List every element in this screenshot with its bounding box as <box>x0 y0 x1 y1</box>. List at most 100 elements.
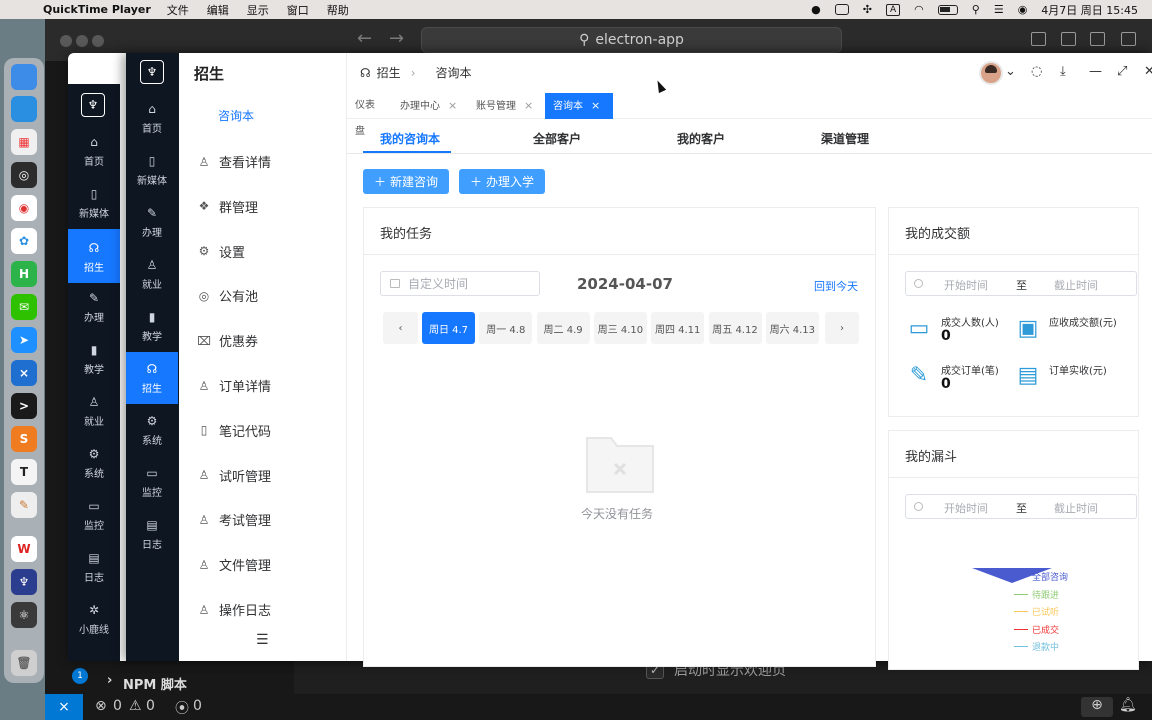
toggle-secondary-sidebar-icon[interactable] <box>1090 32 1105 46</box>
window-zoom-button[interactable] <box>92 35 104 47</box>
download-icon[interactable]: ⤓ <box>1060 64 1066 79</box>
day-tab[interactable]: 周一 4.8 <box>479 312 533 344</box>
warning-icon[interactable]: ⚠ <box>129 698 142 714</box>
chevron-down-icon[interactable]: ⌄ <box>1005 64 1016 79</box>
control-center-icon[interactable]: ☰ <box>994 3 1004 16</box>
funnel-legend-item[interactable]: 全部咨询 <box>1014 570 1068 583</box>
funnel-legend-item[interactable]: 待跟进 <box>1014 588 1059 601</box>
siri-icon[interactable]: ◉ <box>1018 3 1028 16</box>
menubar-item-view[interactable]: 显示 <box>247 2 269 18</box>
range-start[interactable]: 开始时间 <box>944 500 988 516</box>
ports-count[interactable]: 0 <box>193 698 202 714</box>
day-tab[interactable]: 周六 4.13 <box>765 312 819 344</box>
custom-date-input[interactable]: 自定义时间 <box>380 271 540 296</box>
outer-rail-item[interactable]: ♙ 就业 <box>68 394 120 434</box>
minimize-icon[interactable]: — <box>1089 64 1102 79</box>
range-start[interactable]: 开始时间 <box>944 277 988 293</box>
day-tab[interactable]: 周三 4.10 <box>593 312 647 344</box>
day-tab[interactable]: 周日 4.7 <box>422 312 475 344</box>
rail-item-8[interactable]: ▤ 日志 <box>126 517 178 557</box>
menubar-clock[interactable]: 4月7日 周日 15:45 <box>1041 2 1138 18</box>
submenu-item[interactable]: ⌧ 优惠券 <box>197 331 258 351</box>
warning-count[interactable]: 0 <box>146 698 155 714</box>
enroll-button[interactable]: ＋ 办理入学 <box>459 169 545 194</box>
menubar-item-window[interactable]: 窗口 <box>287 2 309 18</box>
rail-item-6[interactable]: ⚙ 系统 <box>126 413 178 453</box>
notification-bell-icon[interactable]: 🔔︎ <box>1119 697 1137 713</box>
launchpad-icon[interactable]: ▦ <box>11 129 37 155</box>
rail-item-0[interactable]: ⌂ 首页 <box>126 101 178 141</box>
accounts-badge[interactable]: 1 <box>72 668 88 684</box>
outer-rail-item[interactable]: ⌂ 首页 <box>68 134 120 174</box>
funnel-legend-item[interactable]: 已成交 <box>1014 623 1059 636</box>
avatar[interactable] <box>979 61 1003 85</box>
close-icon[interactable]: × <box>591 99 600 112</box>
wps-icon[interactable]: W <box>11 536 37 562</box>
funnel-legend-item[interactable]: 已试听 <box>1014 605 1059 618</box>
deer-app-icon[interactable]: ♆ <box>11 569 37 595</box>
wechat-icon[interactable]: ✉ <box>11 294 37 320</box>
outer-rail-item[interactable]: ▤ 日志 <box>68 550 120 590</box>
submenu-item[interactable]: ⚙ 设置 <box>197 242 245 261</box>
window-close-button[interactable] <box>60 35 72 47</box>
day-tab[interactable]: 周二 4.9 <box>536 312 590 344</box>
prev-week-button[interactable]: ‹ <box>383 312 418 344</box>
back-to-today-link[interactable]: 回到今天 <box>814 278 858 294</box>
submenu-item[interactable]: ♙ 订单详情 <box>197 376 271 396</box>
error-icon[interactable]: ⊗ <box>95 698 107 714</box>
tab-channel-management[interactable]: 渠道管理 <box>821 130 869 147</box>
vscode-npm-scripts-section[interactable]: › NPM 脚本 <box>81 661 294 694</box>
funnel-legend-item[interactable]: 退款中 <box>1014 640 1059 653</box>
day-tab[interactable]: 周五 4.12 <box>708 312 762 344</box>
safari-icon[interactable] <box>11 96 37 122</box>
share-icon[interactable]: ✣ <box>863 3 872 16</box>
tab-all-customers[interactable]: 全部客户 <box>533 130 581 147</box>
battery-icon[interactable] <box>937 4 958 15</box>
typora-icon[interactable]: T <box>11 459 37 485</box>
input-method-icon[interactable]: A <box>885 3 901 16</box>
outer-rail-item[interactable]: ✲ 小鹿线 <box>68 602 120 642</box>
vscode-command-center[interactable]: ⚲ electron-app <box>421 27 842 53</box>
submenu-item[interactable]: ♙ 操作日志 <box>197 600 271 620</box>
rail-item-5[interactable]: ☊ 招生 <box>126 352 178 404</box>
close-icon[interactable]: × <box>448 99 457 112</box>
page-tab[interactable]: 办理中心 × <box>392 93 468 119</box>
error-count[interactable]: 0 <box>113 698 122 714</box>
rail-item-7[interactable]: ▭ 监控 <box>126 465 178 505</box>
collapse-menu-icon[interactable]: ☰ <box>256 632 269 648</box>
menubar-item-edit[interactable]: 编辑 <box>207 2 229 18</box>
spotlight-icon[interactable]: ⚲ <box>972 3 980 16</box>
outer-rail-item[interactable]: ▯ 新媒体 <box>68 186 120 226</box>
new-consult-button[interactable]: ＋ 新建咨询 <box>363 169 449 194</box>
sublime-icon[interactable]: S <box>11 426 37 452</box>
record-icon[interactable]: ● <box>811 3 821 16</box>
range-end[interactable]: 截止时间 <box>1054 500 1098 516</box>
submenu-item[interactable]: ❖ 群管理 <box>197 197 258 216</box>
cloud-drive-icon[interactable]: ✿ <box>11 228 37 254</box>
rail-item-4[interactable]: ▮ 教学 <box>126 309 178 349</box>
menubar-item-file[interactable]: 文件 <box>167 2 189 18</box>
deals-date-range[interactable]: 开始时间 至 截止时间 <box>905 271 1137 296</box>
outer-rail-item[interactable]: ▭ 监控 <box>68 498 120 538</box>
submenu-item[interactable]: ♙ 考试管理 <box>197 510 271 530</box>
back-arrow-icon[interactable]: ← <box>357 28 372 49</box>
zoom-icon[interactable]: ⊕ <box>1081 697 1113 717</box>
next-week-button[interactable]: › <box>825 312 859 344</box>
hbuilder-icon[interactable]: H <box>11 261 37 287</box>
chat-icon[interactable]: ◌ <box>1031 64 1042 79</box>
lark-icon[interactable]: ➤ <box>11 327 37 353</box>
page-tab[interactable]: 咨询本 × <box>545 93 613 119</box>
wps-tray-icon[interactable] <box>834 4 849 15</box>
outer-rail-item[interactable]: ⚙ 系统 <box>68 446 120 486</box>
submenu-item[interactable]: ▯ 笔记代码 <box>197 421 271 440</box>
ports-icon[interactable]: ⦿ <box>175 698 189 718</box>
range-end[interactable]: 截止时间 <box>1054 277 1098 293</box>
rail-item-2[interactable]: ✎ 办理 <box>126 205 178 245</box>
day-tab[interactable]: 周四 4.11 <box>651 312 705 344</box>
fullscreen-icon[interactable]: ⤢ <box>1117 64 1127 79</box>
terminal-icon[interactable]: > <box>11 393 37 419</box>
submenu-item[interactable]: ♙ 试听管理 <box>197 466 271 485</box>
submenu-item[interactable]: ♙ 查看详情 <box>197 152 271 172</box>
submenu-item-consult-book[interactable]: 咨询本 <box>218 107 254 124</box>
window-minimize-button[interactable] <box>76 35 88 47</box>
